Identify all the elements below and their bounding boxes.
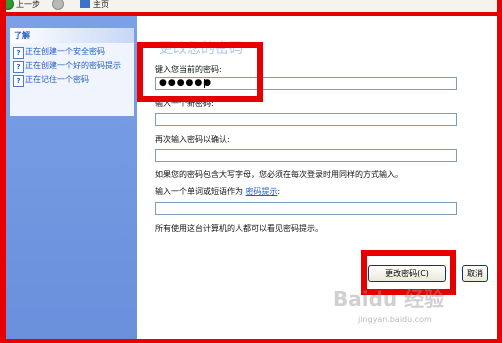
sidebar-item-label: 正在记住一个密码	[25, 75, 89, 84]
home-icon[interactable]	[80, 0, 90, 8]
sidebar-item-label: 正在创建一个安全密码	[25, 47, 105, 56]
sidebar-item-label: 正在创建一个好的密码提示	[25, 61, 121, 70]
highlight-box-current-password	[137, 42, 263, 102]
cancel-button[interactable]: 取消	[462, 265, 488, 282]
hint-visibility-note: 所有使用这台计算机的人都可以看见密码提示。	[155, 224, 323, 233]
frame-top	[0, 12, 502, 16]
frame-bottom	[0, 339, 502, 343]
home-label[interactable]: 主页	[93, 0, 109, 10]
case-note: 如果您的密码包含大写字母，您必须在每次登录时用同样的方式输入。	[155, 170, 403, 179]
hint-label-prefix: 输入一个单词或短语作为	[155, 187, 243, 196]
forward-arrow-icon[interactable]	[52, 0, 64, 10]
learn-header: 了解	[10, 28, 134, 43]
watermark-url: jingyan.baidu.com	[358, 315, 432, 324]
hint-label-suffix: :	[277, 187, 281, 196]
confirm-password-label: 再次输入密码以确认:	[155, 135, 230, 144]
frame-right	[497, 0, 502, 343]
sidebar-item-remember-password[interactable]: ? 正在记住一个密码	[10, 75, 134, 87]
sidebar-item-secure-password[interactable]: ? 正在创建一个安全密码	[10, 47, 134, 59]
hint-label: 输入一个单词或短语作为 密码提示:	[155, 186, 280, 197]
new-password-field[interactable]	[155, 113, 457, 126]
learn-box: 了解 ? 正在创建一个安全密码 ? 正在创建一个好的密码提示 ? 正在记住一个密…	[10, 28, 134, 116]
hint-link[interactable]: 密码提示	[246, 187, 278, 196]
password-hint-field[interactable]	[155, 202, 457, 215]
confirm-password-field[interactable]	[155, 149, 457, 162]
help-icon: ?	[13, 47, 24, 59]
back-label[interactable]: 上一步	[16, 0, 40, 10]
toolbar: 上一步 主页	[0, 0, 502, 12]
help-icon: ?	[13, 75, 24, 87]
watermark-brand: Baidu 经验	[333, 287, 445, 311]
help-icon: ?	[13, 61, 24, 73]
frame-left	[0, 0, 6, 343]
sidebar-item-good-hint[interactable]: ? 正在创建一个好的密码提示	[10, 61, 134, 73]
task-pane: 了解 ? 正在创建一个安全密码 ? 正在创建一个好的密码提示 ? 正在记住一个密…	[6, 16, 137, 339]
